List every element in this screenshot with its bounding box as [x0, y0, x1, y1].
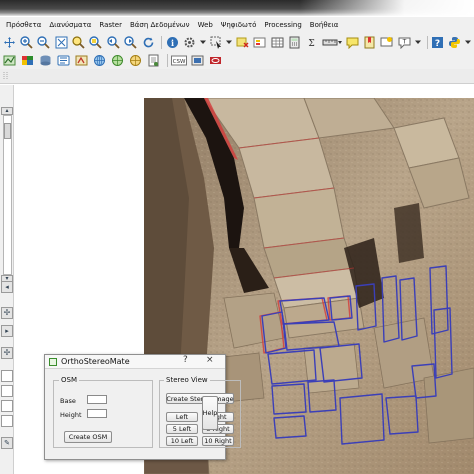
- osm-group-label: OSM: [59, 376, 79, 384]
- bookmark-icon[interactable]: [362, 35, 376, 50]
- base-input[interactable]: [87, 395, 107, 404]
- base-label: Base: [60, 397, 76, 405]
- panel-input-field[interactable]: [1, 400, 13, 412]
- help-icon[interactable]: ?: [430, 35, 444, 50]
- left-button[interactable]: Left: [166, 412, 198, 422]
- toolbar-separator: [161, 35, 163, 49]
- close-icon[interactable]: ×: [206, 355, 214, 365]
- height-label: Height: [60, 411, 82, 419]
- add-wms-icon[interactable]: [92, 53, 107, 68]
- python-icon[interactable]: [448, 35, 462, 50]
- add-mssql-icon[interactable]: [74, 53, 89, 68]
- identify-icon[interactable]: i: [165, 35, 179, 50]
- scroll-thumb[interactable]: [4, 123, 11, 139]
- ten-left-button[interactable]: 10 Left: [166, 436, 198, 446]
- help-button[interactable]: Help: [202, 396, 218, 430]
- menu-help[interactable]: Βοήθεια: [306, 21, 343, 29]
- panel-input-field[interactable]: [1, 385, 13, 397]
- map-tips-icon[interactable]: [345, 35, 359, 50]
- chevron-down-icon[interactable]: [465, 35, 472, 50]
- ten-right-button[interactable]: 10 Right: [202, 436, 234, 446]
- add-vector-icon[interactable]: [2, 53, 17, 68]
- toolbar-separator: [167, 53, 168, 67]
- annotation-icon[interactable]: [380, 35, 394, 50]
- measure-icon[interactable]: [322, 35, 343, 50]
- menu-vector[interactable]: Διανύσματα: [45, 21, 95, 29]
- chevron-down-icon[interactable]: [226, 35, 233, 50]
- plugin-icon: [49, 358, 57, 366]
- panel-input-field[interactable]: [1, 370, 13, 382]
- map-navigation-toolbar: i Σ T ?: [0, 33, 474, 51]
- zoom-next-icon[interactable]: [124, 35, 138, 50]
- action-icon[interactable]: [183, 35, 197, 50]
- tool-icon[interactable]: ▸: [1, 325, 13, 337]
- manage-layers-toolbar: CSW: [0, 51, 474, 69]
- statistics-icon[interactable]: Σ: [305, 35, 319, 50]
- left-dock-panel: ▴ ▾ ◂ ✢ ▸ ✢ ✎: [0, 85, 14, 474]
- move-tool-icon[interactable]: ✢: [1, 347, 13, 359]
- osm-groupbox: OSM Base Height Create OSM: [53, 376, 153, 448]
- zoom-in-icon[interactable]: [19, 35, 33, 50]
- menu-web[interactable]: Web: [194, 21, 217, 29]
- add-wcs-icon[interactable]: [110, 53, 125, 68]
- help-question-icon[interactable]: ?: [183, 355, 188, 365]
- text-annotation-icon[interactable]: T: [397, 35, 411, 50]
- add-raster-icon[interactable]: [20, 53, 35, 68]
- menu-raster[interactable]: Raster: [95, 21, 126, 29]
- new-layer-icon[interactable]: [190, 53, 205, 68]
- attribute-edit-icon[interactable]: [253, 35, 267, 50]
- zoom-selection-icon[interactable]: [89, 35, 103, 50]
- menu-database[interactable]: Βάση Δεδομένων: [126, 21, 194, 29]
- create-osm-button[interactable]: Create OSM: [64, 431, 112, 443]
- attribute-table-icon[interactable]: [270, 35, 284, 50]
- menu-mosaic[interactable]: Ψηφιδωτό: [217, 21, 261, 29]
- svg-text:CSW: CSW: [173, 59, 186, 65]
- zoom-layer-icon[interactable]: [71, 35, 85, 50]
- menu-bar: Πρόσθετα Διανύσματα Raster Βάση Δεδομένω…: [0, 17, 474, 33]
- add-wfs-icon[interactable]: [128, 53, 143, 68]
- chevron-down-icon[interactable]: [199, 35, 206, 50]
- oracle-icon[interactable]: [208, 53, 223, 68]
- field-calculator-icon[interactable]: [287, 35, 301, 50]
- dialog-title: OrthoStereoMate: [61, 357, 130, 366]
- secondary-toolbar: [0, 69, 474, 84]
- add-csw-icon[interactable]: CSW: [171, 53, 187, 68]
- stereo-view-groupbox: Stereo View Create Stereo Image Left Rig…: [159, 376, 241, 448]
- panel-input-field[interactable]: [1, 415, 13, 427]
- add-postgis-icon[interactable]: [38, 53, 53, 68]
- chevron-down-icon[interactable]: [414, 35, 421, 50]
- svg-text:i: i: [171, 38, 174, 48]
- zoom-out-icon[interactable]: [37, 35, 51, 50]
- move-tool-icon[interactable]: ✢: [1, 307, 13, 319]
- scroll-up-icon[interactable]: ▴: [1, 107, 13, 115]
- pan-icon[interactable]: [2, 35, 16, 50]
- svg-text:T: T: [401, 38, 406, 45]
- create-stereo-image-button[interactable]: Create Stereo Image: [166, 393, 234, 404]
- toolbar-separator: [426, 35, 428, 49]
- stereo-view-group-label: Stereo View: [164, 376, 210, 384]
- dialog-titlebar[interactable]: OrthoStereoMate ? ×: [45, 355, 225, 369]
- dock-handle-icon[interactable]: [2, 69, 10, 84]
- edit-tool-icon[interactable]: ✎: [1, 437, 13, 449]
- screenshot-top-fade: [300, 0, 474, 16]
- refresh-icon[interactable]: [141, 35, 155, 50]
- add-spatialite-icon[interactable]: [56, 53, 71, 68]
- layers-scrollbar[interactable]: [3, 115, 12, 275]
- svg-text:?: ?: [435, 39, 440, 49]
- orthostereomate-dialog: OrthoStereoMate ? × OSM Base Height Crea…: [44, 354, 241, 460]
- select-icon[interactable]: [209, 35, 223, 50]
- zoom-full-icon[interactable]: [54, 35, 68, 50]
- add-delimited-icon[interactable]: [146, 53, 161, 68]
- deselect-icon[interactable]: [235, 35, 249, 50]
- five-left-button[interactable]: 5 Left: [166, 424, 198, 434]
- height-input[interactable]: [87, 409, 107, 418]
- menu-plugins[interactable]: Πρόσθετα: [2, 21, 45, 29]
- collapse-arrow-icon[interactable]: ◂: [1, 281, 13, 293]
- zoom-last-icon[interactable]: [106, 35, 120, 50]
- menu-processing[interactable]: Processing: [260, 21, 305, 29]
- svg-text:Σ: Σ: [309, 39, 315, 49]
